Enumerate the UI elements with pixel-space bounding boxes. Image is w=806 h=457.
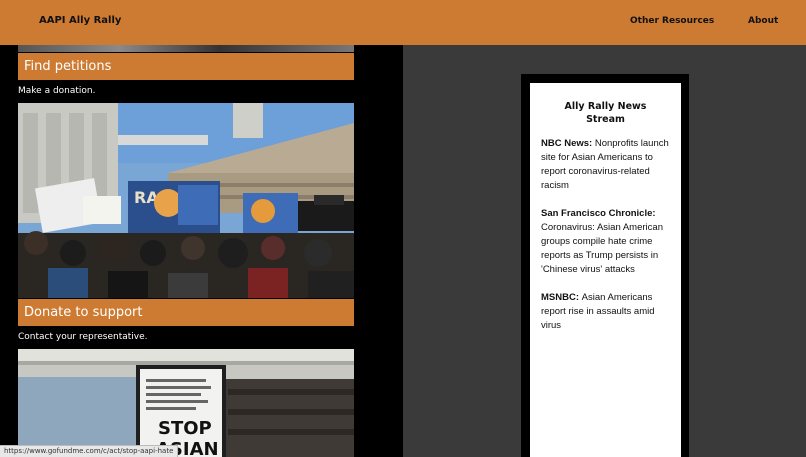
status-bar-url: https://www.gofundme.com/c/act/stop-aapi… bbox=[0, 445, 179, 457]
news-item[interactable]: MSNBC: Asian Americans report rise in as… bbox=[541, 291, 675, 333]
find-petitions-button[interactable]: Find petitions bbox=[18, 53, 354, 80]
news-stream-card[interactable]: Ally Rally News Stream NBC News: Nonprof… bbox=[530, 83, 681, 457]
stop-asian-hate-illustration: STOP ASIAN bbox=[18, 349, 354, 457]
previous-photo-edge bbox=[18, 45, 354, 52]
news-title-line1: Ally Rally News bbox=[564, 101, 647, 112]
news-headline: Coronavirus: Asian American groups compi… bbox=[541, 222, 663, 275]
news-item[interactable]: NBC News: Nonprofits launch site for Asi… bbox=[541, 137, 675, 193]
news-item[interactable]: San Francisco Chronicle: Coronavirus: As… bbox=[541, 207, 675, 277]
news-column: Ally Rally News Stream NBC News: Nonprof… bbox=[403, 45, 806, 457]
sign-stop-text: STOP bbox=[158, 418, 212, 439]
news-source: San Francisco Chronicle: bbox=[541, 208, 656, 219]
make-donation-caption: Make a donation. bbox=[18, 86, 96, 96]
news-source: MSNBC: bbox=[541, 292, 582, 303]
stop-asian-hate-photo[interactable]: STOP ASIAN bbox=[18, 349, 354, 457]
news-stream-frame: Ally Rally News Stream NBC News: Nonprof… bbox=[521, 74, 689, 457]
news-stream-title: Ally Rally News Stream bbox=[530, 100, 681, 126]
news-title-line2: Stream bbox=[586, 114, 625, 125]
contact-representative-caption: Contact your representative. bbox=[18, 332, 148, 342]
donate-to-support-button[interactable]: Donate to support bbox=[18, 299, 354, 326]
rally-photo-illustration: RA bbox=[18, 103, 354, 298]
top-navbar: AAPI Ally Rally Other Resources About bbox=[0, 0, 806, 45]
actions-column: Find petitions Make a donation. RA Donat… bbox=[0, 45, 403, 457]
brand-link[interactable]: AAPI Ally Rally bbox=[39, 15, 121, 26]
news-source: NBC News: bbox=[541, 138, 595, 149]
nav-about[interactable]: About bbox=[748, 16, 778, 26]
nav-other-resources[interactable]: Other Resources bbox=[630, 16, 714, 26]
rally-photo[interactable]: RA bbox=[18, 103, 354, 298]
